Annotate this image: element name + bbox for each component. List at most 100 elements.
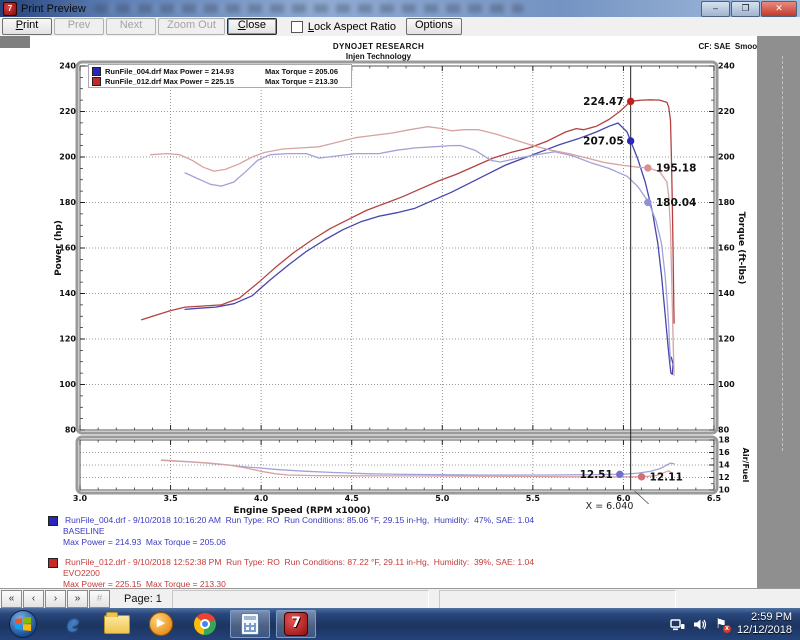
next-page-button[interactable]: › [45,590,66,608]
svg-text:100: 100 [59,380,76,389]
titlebar-blurred-text [94,4,524,13]
svg-text:207.05: 207.05 [583,135,624,147]
internet-explorer-icon: e [68,613,79,635]
svg-text:80: 80 [65,426,77,435]
checkbox-label: Lock Aspect Ratio [308,21,396,33]
legend-maxtorque: Max Torque = 213.30 [265,77,338,86]
zoom-out-button[interactable]: Zoom Out [158,18,225,35]
titlebar: 7 Print Preview – ❐ ✕ [0,0,800,17]
preview-corner-block [0,36,30,48]
svg-text:3.0: 3.0 [73,494,88,503]
svg-text:14: 14 [719,461,731,470]
legend-maxtorque: Max Torque = 205.06 [265,67,338,76]
page-gutter [757,36,800,588]
svg-text:224.47: 224.47 [583,96,624,108]
run-header-line: RunFile_004.drf - 9/10/2018 10:16:20 AM … [65,515,534,526]
statusbar: « ‹ › » # Page: 1 [0,588,800,609]
svg-text:80: 80 [718,426,730,435]
action-center-flag-icon[interactable]: ⚑ x [715,616,727,632]
legend-color-chip [92,77,101,86]
print-preview-page: DYNOJET RESEARCH Injen Technology CF: SA… [0,36,800,588]
checkbox-box[interactable] [291,21,303,33]
taskbar-item-calculator[interactable] [230,610,270,638]
svg-text:12.11: 12.11 [650,471,683,483]
svg-text:180.04: 180.04 [656,197,697,209]
prev-page-button[interactable]: ‹ [23,590,44,608]
svg-text:5.0: 5.0 [435,494,450,503]
options-button[interactable]: Options [406,18,462,35]
lock-aspect-ratio-checkbox[interactable]: Lock Aspect Ratio [291,21,396,33]
taskbar-item-file-explorer[interactable] [102,611,132,637]
svg-text:220: 220 [718,107,735,116]
svg-text:12: 12 [719,473,730,482]
taskbar-item-media-player[interactable]: ▶ [146,611,176,637]
svg-text:100: 100 [718,380,735,389]
close-preview-button[interactable]: Close [227,18,277,35]
run-header-line: RunFile_012.drf - 9/10/2018 12:52:38 PM … [65,557,534,568]
svg-text:120: 120 [59,335,76,344]
restore-button[interactable]: ❐ [731,1,760,17]
chart-legend: RunFile_004.drf Max Power = 214.93Max To… [88,64,352,88]
chrome-icon [194,613,216,635]
legend-row: RunFile_012.drf Max Power = 225.15Max To… [92,76,348,86]
taskbar: e ▶ 7 ⚑ x 2:59 PM 12/12/2018 [0,608,800,640]
error-badge: x [723,625,731,633]
svg-text:220: 220 [59,107,76,116]
clock-date: 12/12/2018 [737,624,792,637]
run-name: BASELINE [48,526,708,537]
prev-button[interactable]: Prev [54,18,104,35]
svg-text:12.51: 12.51 [580,469,613,481]
statusbar-panel [172,590,429,609]
taskbar-item-chrome[interactable] [190,611,220,637]
statusbar-panel [439,590,676,609]
svg-text:200: 200 [718,153,735,162]
app-icon: 7 [3,2,17,16]
svg-text:16: 16 [719,448,731,457]
clock-time: 2:59 PM [737,611,792,624]
svg-text:4.0: 4.0 [254,494,269,503]
svg-text:5.5: 5.5 [526,494,541,503]
svg-text:140: 140 [59,289,76,298]
dyno-chart: 2402402202202002001801801601601401401201… [0,36,757,588]
window-title: Print Preview [21,3,86,15]
volume-icon[interactable] [693,618,707,631]
taskbar-item-internet-explorer[interactable]: e [58,611,88,637]
print-button[interactable]: Print [2,18,52,35]
first-page-button[interactable]: « [1,590,22,608]
svg-text:18: 18 [719,436,731,445]
page-number-label: Page: 1 [124,593,162,605]
next-button[interactable]: Next [106,18,156,35]
svg-text:240: 240 [718,62,735,71]
start-button[interactable] [9,610,37,638]
svg-text:Power (hp): Power (hp) [54,220,64,276]
svg-text:120: 120 [718,335,735,344]
network-icon[interactable] [670,618,685,631]
legend-row: RunFile_004.drf Max Power = 214.93Max To… [92,66,348,76]
legend-file-maxpower: RunFile_004.drf Max Power = 214.93 [105,67,265,76]
run-max-values: Max Power = 214.93 Max Torque = 205.06 [48,537,708,548]
run-name: EVO2200 [48,568,708,579]
svg-text:240: 240 [59,62,76,71]
svg-text:180: 180 [59,198,76,207]
dynojet-icon: 7 [284,612,308,636]
run-color-chip [48,558,58,568]
svg-text:195.18: 195.18 [656,162,697,174]
toolbar: Print Prev Next Zoom Out Close Lock Aspe… [0,17,800,37]
close-window-button[interactable]: ✕ [761,1,797,17]
system-tray: ⚑ x 2:59 PM 12/12/2018 [666,611,800,637]
svg-text:Air/Fuel: Air/Fuel [741,448,750,483]
svg-text:140: 140 [718,289,735,298]
taskbar-item-dynojet[interactable]: 7 [276,610,316,638]
taskbar-clock[interactable]: 2:59 PM 12/12/2018 [737,611,792,637]
legend-file-maxpower: RunFile_012.drf Max Power = 225.15 [105,77,265,86]
run-info-block: RunFile_004.drf - 9/10/2018 10:16:20 AM … [48,515,708,599]
calculator-icon [241,613,259,635]
svg-text:200: 200 [59,153,76,162]
windows-flag-icon [15,617,31,631]
minimize-button[interactable]: – [701,1,730,17]
svg-text:3.5: 3.5 [163,494,178,503]
folder-icon [104,615,130,634]
last-page-button[interactable]: » [67,590,88,608]
svg-text:6.5: 6.5 [707,494,722,503]
goto-page-button[interactable]: # [89,590,110,608]
